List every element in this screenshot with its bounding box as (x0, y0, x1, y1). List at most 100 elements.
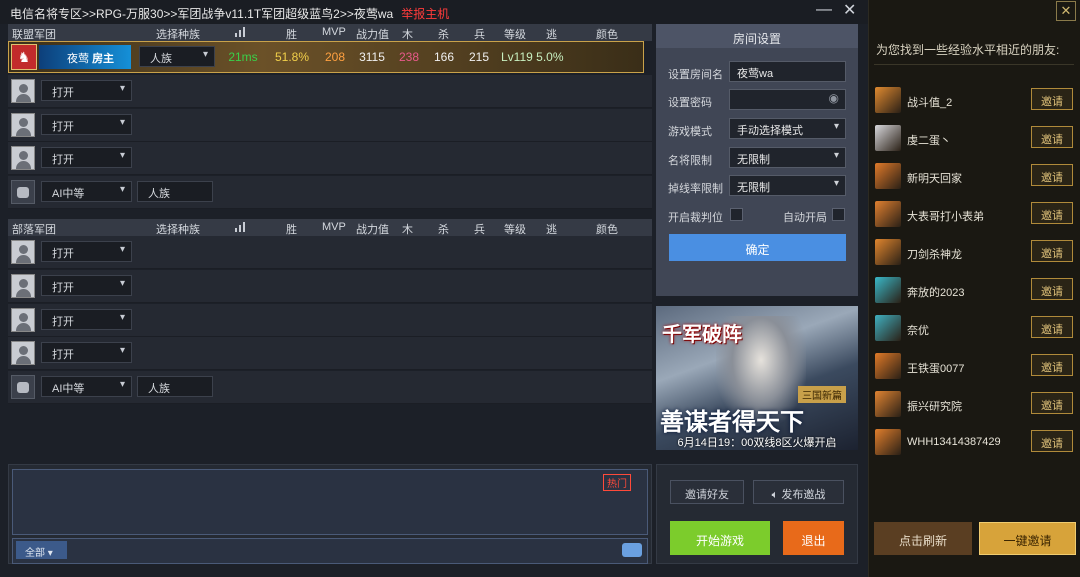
eye-icon[interactable]: ◉ (829, 91, 839, 105)
broadcast-label: 发布邀战 (781, 489, 826, 501)
drop-rate-select[interactable]: 无限制 ▾ (729, 175, 846, 196)
chevron-down-icon: ▾ (119, 184, 125, 195)
slot-status-select[interactable]: 打开 ▾ (41, 241, 132, 262)
invite-button[interactable]: 邀请 (1031, 164, 1073, 186)
slot-status-select[interactable]: 打开 ▾ (41, 342, 132, 363)
refresh-button[interactable]: 点击刷新 (874, 522, 972, 555)
invite-button[interactable]: 邀请 (1031, 126, 1073, 148)
team-name: 联盟军团 (12, 29, 56, 41)
invite-button[interactable]: 邀请 (1031, 278, 1073, 300)
invite-all-button[interactable]: 一键邀请 (979, 522, 1076, 555)
ai-difficulty-select[interactable]: AI中等 ▾ (41, 181, 132, 202)
host-power: 3115 (359, 50, 385, 64)
game-mode-select[interactable]: 手动选择模式 ▾ (729, 118, 846, 139)
col-escape: 逃 (546, 29, 557, 41)
horde-slot-1: 打开 ▾ (8, 236, 652, 269)
minimize-icon[interactable]: — (816, 2, 832, 18)
ai-race: 人族 (137, 376, 213, 397)
promo-banner[interactable]: 千军破阵 三国新篇 善谋者得天下 6月14日19：00双线8区火爆开启 (656, 306, 858, 450)
empty-avatar-icon (11, 146, 35, 170)
friend-row: 奈优 邀请 (868, 315, 1080, 353)
friend-name: 奔放的2023 (907, 287, 965, 299)
banner-badge: 三国新篇 (798, 386, 846, 403)
host-player-row[interactable]: ♞ 夜莺 房主 人族 ▾ 21ms 51.8% 208 3115 238 166 … (8, 41, 644, 73)
col-mvp: MVP (322, 221, 346, 233)
banner-slogan: 善谋者得天下 (660, 407, 804, 436)
host-soldier: 215 (468, 50, 490, 64)
judge-slot-label: 开启裁判位 (668, 212, 723, 224)
col-level: 等级 (504, 224, 526, 236)
host-race-value: 人族 (150, 53, 172, 65)
col-escape: 逃 (546, 224, 557, 236)
banner-logo: 千军破阵 (662, 322, 742, 346)
room-name-label: 设置房间名 (668, 69, 723, 81)
host-ping: 21ms (228, 50, 258, 64)
slot-status-value: 打开 (52, 316, 74, 328)
col-mvp: MVP (322, 26, 346, 38)
invite-button[interactable]: 邀请 (1031, 240, 1073, 262)
close-icon[interactable]: ✕ (1056, 1, 1076, 21)
friend-avatar (875, 391, 901, 417)
exit-button[interactable]: 退出 (783, 521, 844, 555)
robot-icon (11, 375, 35, 399)
friend-name: WHH13414387429 (907, 436, 1001, 448)
chevron-down-icon: ▾ (119, 278, 125, 289)
chevron-down-icon: ▾ (833, 178, 839, 189)
ai-difficulty-value: AI中等 (52, 383, 85, 395)
invite-button[interactable]: 邀请 (1031, 316, 1073, 338)
invite-button[interactable]: 邀请 (1031, 430, 1073, 452)
friend-row: 大表哥打小表弟 邀请 (868, 201, 1080, 239)
chevron-down-icon: ▾ (119, 83, 125, 94)
slot-status-select[interactable]: 打开 ▾ (41, 309, 132, 330)
col-soldier: 兵 (474, 29, 485, 41)
auto-start-checkbox[interactable] (832, 208, 845, 221)
invite-button[interactable]: 邀请 (1031, 202, 1073, 224)
room-name-input[interactable]: 夜莺wa (729, 61, 846, 82)
col-kill: 杀 (438, 224, 449, 236)
robot-icon (11, 180, 35, 204)
channel-select[interactable]: 全部 ▾ (16, 541, 67, 559)
host-avatar: ♞ (11, 44, 37, 70)
chat-input[interactable] (12, 538, 648, 564)
col-win: 胜 (286, 224, 297, 236)
host-mvp: 208 (324, 50, 346, 64)
start-game-button[interactable]: 开始游戏 (670, 521, 770, 555)
judge-slot-checkbox[interactable] (730, 208, 743, 221)
invite-friends-button[interactable]: 邀请好友 (670, 480, 744, 504)
broadcast-button[interactable]: 🔈︎ 发布邀战 (753, 480, 844, 504)
hero-limit-select[interactable]: 无限制 ▾ (729, 147, 846, 168)
host-race-select[interactable]: 人族 ▾ (139, 46, 215, 67)
friend-name: 奈优 (907, 325, 929, 337)
slot-status-select[interactable]: 打开 ▾ (41, 275, 132, 296)
report-host-link[interactable]: 举报主机 (401, 7, 449, 21)
col-level: 等级 (504, 29, 526, 41)
slot-status-select[interactable]: 打开 ▾ (41, 147, 132, 168)
invite-button[interactable]: 邀请 (1031, 392, 1073, 414)
invite-button[interactable]: 邀请 (1031, 354, 1073, 376)
friend-avatar (875, 163, 901, 189)
confirm-button[interactable]: 确定 (669, 234, 846, 261)
password-label: 设置密码 (668, 97, 712, 109)
password-input[interactable]: ◉ (729, 89, 846, 110)
friend-panel-title: 为您找到一些经验水平相近的朋友: (876, 43, 1060, 57)
channel-value: 全部 (25, 548, 45, 559)
hot-tag[interactable]: 热门 (603, 474, 631, 491)
slot-status-value: 打开 (52, 282, 74, 294)
alliance-header: 联盟军团 选择种族 胜 MVP 战力值 木 杀 兵 等级 逃 颜色 (8, 24, 652, 41)
slot-status-value: 打开 (52, 154, 74, 166)
col-wood: 木 (402, 224, 413, 236)
friend-avatar (875, 353, 901, 379)
chat-log[interactable] (12, 469, 648, 535)
friend-avatar (875, 315, 901, 341)
speaker-icon: 🔈︎ (771, 489, 782, 501)
empty-avatar-icon (11, 113, 35, 137)
chat-bubble-icon[interactable] (622, 543, 642, 557)
friend-name: 战斗值_2 (907, 97, 953, 109)
friend-name: 大表哥打小表弟 (907, 211, 984, 223)
friend-name: 刀剑杀神龙 (907, 249, 962, 261)
invite-button[interactable]: 邀请 (1031, 88, 1073, 110)
slot-status-select[interactable]: 打开 ▾ (41, 80, 132, 101)
slot-status-select[interactable]: 打开 ▾ (41, 114, 132, 135)
ai-difficulty-select[interactable]: AI中等 ▾ (41, 376, 132, 397)
close-icon[interactable]: ✕ (843, 3, 856, 19)
